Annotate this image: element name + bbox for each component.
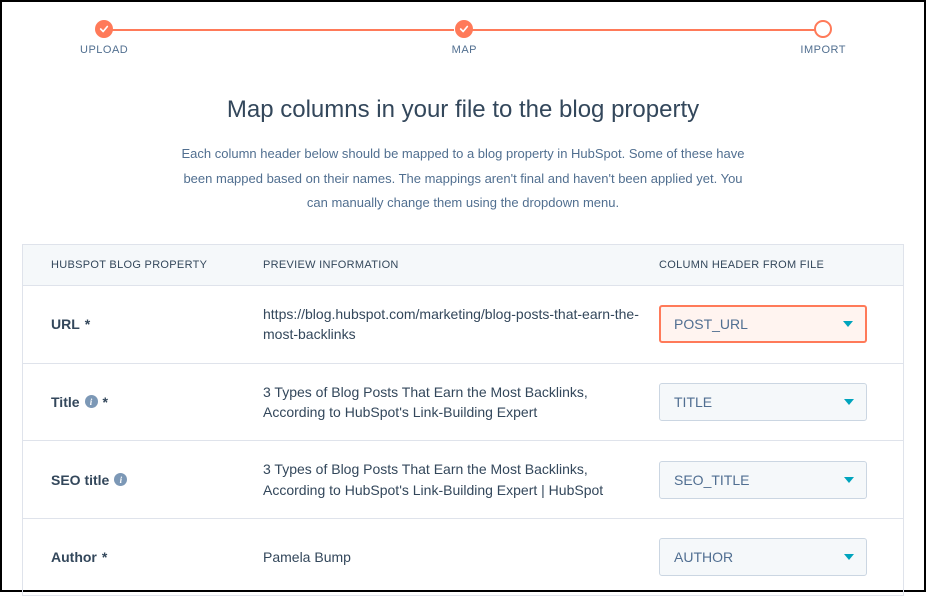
wizard-stepper: UPLOAD MAP IMPORT	[2, 2, 924, 56]
property-name: URL	[51, 316, 80, 332]
preview-text: 3 Types of Blog Posts That Earn the Most…	[263, 382, 639, 423]
select-value: TITLE	[674, 394, 712, 410]
chevron-down-icon	[844, 554, 854, 560]
property-label: URL *	[51, 316, 243, 332]
property-label: Title i *	[51, 394, 243, 410]
preview-text: 3 Types of Blog Posts That Earn the Most…	[263, 459, 639, 500]
property-name: Title	[51, 394, 80, 410]
table-row: URL * https://blog.hubspot.com/marketing…	[23, 286, 903, 364]
property-name: Author	[51, 549, 97, 565]
required-indicator: *	[85, 316, 90, 332]
select-value: AUTHOR	[674, 549, 733, 565]
step-label: MAP	[452, 44, 477, 56]
page-description: Each column header below should be mappe…	[178, 142, 748, 216]
chevron-down-icon	[843, 321, 853, 327]
table-row: SEO title i 3 Types of Blog Posts That E…	[23, 441, 903, 519]
chevron-down-icon	[844, 399, 854, 405]
property-name: SEO title	[51, 472, 109, 488]
info-icon[interactable]: i	[85, 395, 98, 408]
table-header: HUBSPOT BLOG PROPERTY PREVIEW INFORMATIO…	[23, 245, 903, 286]
required-indicator: *	[103, 394, 108, 410]
check-icon	[455, 20, 473, 38]
step-import[interactable]: IMPORT	[800, 20, 846, 56]
info-icon[interactable]: i	[114, 473, 127, 486]
preview-text: Pamela Bump	[263, 547, 639, 567]
mapping-table: HUBSPOT BLOG PROPERTY PREVIEW INFORMATIO…	[22, 244, 904, 596]
column-select[interactable]: AUTHOR	[659, 538, 867, 576]
table-row: Title i * 3 Types of Blog Posts That Ear…	[23, 364, 903, 442]
header-column: COLUMN HEADER FROM FILE	[659, 259, 903, 271]
select-value: SEO_TITLE	[674, 472, 749, 488]
property-label: Author *	[51, 549, 243, 565]
page-title: Map columns in your file to the blog pro…	[22, 96, 904, 124]
step-label: IMPORT	[800, 44, 846, 56]
column-select[interactable]: POST_URL	[659, 305, 867, 343]
preview-text: https://blog.hubspot.com/marketing/blog-…	[263, 304, 639, 345]
property-label: SEO title i	[51, 472, 243, 488]
stepper-line	[472, 29, 824, 31]
step-label: UPLOAD	[80, 44, 128, 56]
header-preview: PREVIEW INFORMATION	[243, 259, 659, 271]
header-property: HUBSPOT BLOG PROPERTY	[23, 259, 243, 271]
circle-icon	[814, 20, 832, 38]
check-icon	[95, 20, 113, 38]
step-map[interactable]: MAP	[452, 20, 477, 56]
required-indicator: *	[102, 549, 107, 565]
column-select[interactable]: SEO_TITLE	[659, 461, 867, 499]
select-value: POST_URL	[674, 316, 748, 332]
column-select[interactable]: TITLE	[659, 383, 867, 421]
step-upload[interactable]: UPLOAD	[80, 20, 128, 56]
chevron-down-icon	[844, 477, 854, 483]
stepper-line	[102, 29, 454, 31]
table-row: Author * Pamela Bump AUTHOR	[23, 519, 903, 595]
